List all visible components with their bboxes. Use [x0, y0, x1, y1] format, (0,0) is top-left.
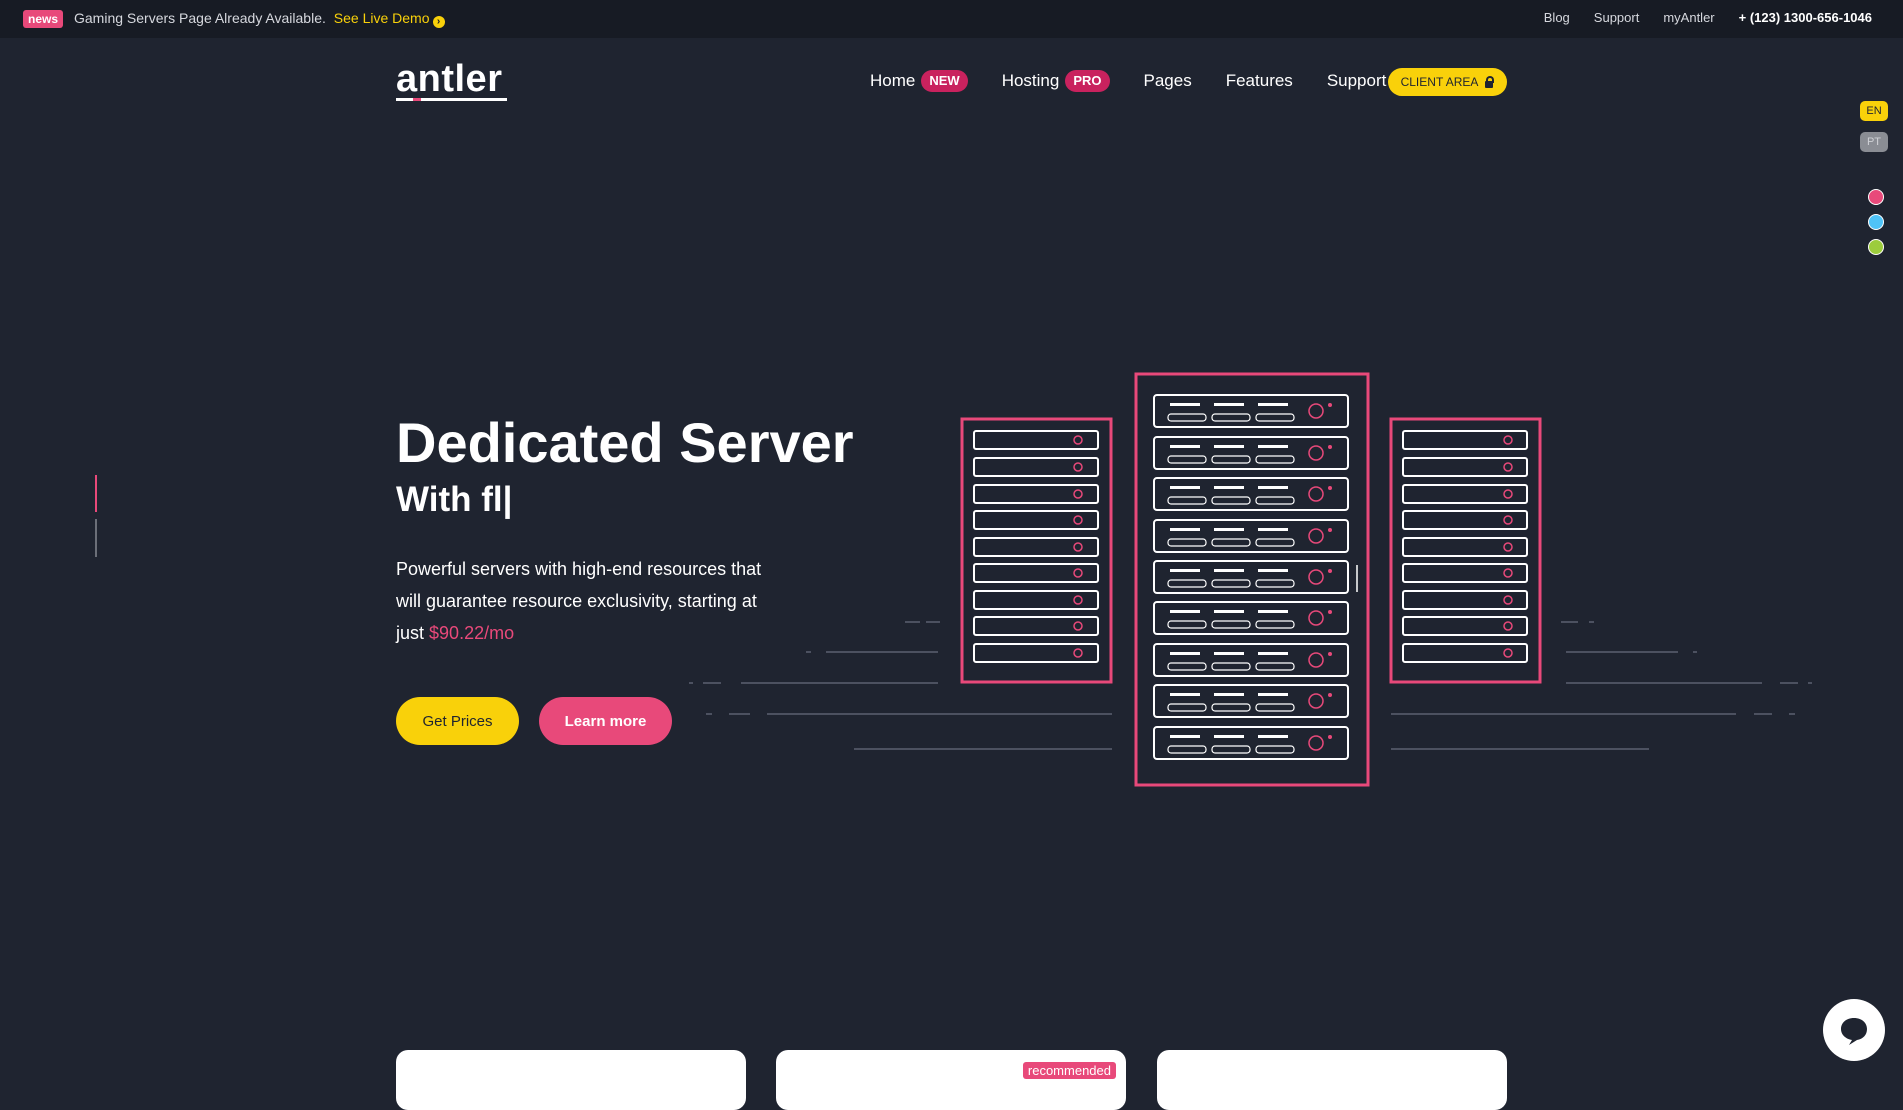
live-demo-link[interactable]: See Live Demo › [333, 10, 445, 28]
nav-hosting-badge: PRO [1065, 70, 1110, 92]
get-prices-button[interactable]: Get Prices [396, 697, 519, 745]
nav-home-label: Home [870, 71, 916, 90]
news-message: Gaming Servers Page Already Available. S… [74, 10, 445, 28]
pricing-card[interactable] [1157, 1050, 1507, 1110]
color-swatch-blue[interactable] [1868, 214, 1884, 230]
client-area-button[interactable]: CLIENT AREA [1388, 68, 1507, 96]
main-nav: Home NEW Hosting PRO Pages Features Supp… [870, 70, 1420, 92]
recommended-badge: recommended [1022, 1062, 1116, 1079]
nav-features[interactable]: Features [1226, 71, 1293, 91]
logo[interactable]: antler [396, 58, 502, 101]
color-swatch-pink[interactable] [1868, 189, 1884, 205]
lang-en[interactable]: EN [1860, 101, 1888, 121]
slider-indicator-active[interactable] [95, 475, 97, 512]
arrow-right-circle-icon: › [432, 16, 445, 28]
top-links: Blog Support myAntler + (123) 1300-656-1… [1544, 10, 1872, 25]
nav-home[interactable]: Home NEW [870, 70, 968, 92]
pricing-card-recommended[interactable]: recommended [776, 1050, 1126, 1110]
nav-hosting[interactable]: Hosting PRO [1002, 70, 1110, 92]
logo-accent [413, 98, 421, 101]
hero-subtitle: With fl| [396, 480, 513, 519]
server-rack-illustration [689, 372, 1812, 787]
top-link-support[interactable]: Support [1594, 10, 1640, 25]
color-swatch-green[interactable] [1868, 239, 1884, 255]
lang-pt[interactable]: PT [1860, 132, 1888, 152]
top-link-blog[interactable]: Blog [1544, 10, 1570, 25]
nav-pages[interactable]: Pages [1144, 71, 1192, 91]
hero-price: $90.22/mo [429, 623, 515, 643]
nav-home-badge: NEW [921, 70, 968, 92]
lock-icon [1484, 76, 1495, 88]
slider-indicator[interactable] [95, 519, 97, 557]
client-area-label: CLIENT AREA [1400, 75, 1479, 89]
pricing-card[interactable] [396, 1050, 746, 1110]
chat-icon [1841, 1018, 1867, 1045]
live-demo-label: See Live Demo [333, 10, 430, 26]
nav-support[interactable]: Support [1327, 71, 1387, 91]
chat-button[interactable] [1823, 999, 1885, 1061]
nav-hosting-label: Hosting [1001, 71, 1060, 90]
phone-number[interactable]: + (123) 1300-656-1046 [1739, 10, 1872, 25]
news-badge: news [23, 10, 64, 28]
top-link-myantler[interactable]: myAntler [1663, 10, 1714, 25]
news-text: Gaming Servers Page Already Available. [74, 10, 326, 26]
learn-more-button[interactable]: Learn more [539, 697, 672, 745]
top-bar: news Gaming Servers Page Already Availab… [0, 0, 1903, 38]
